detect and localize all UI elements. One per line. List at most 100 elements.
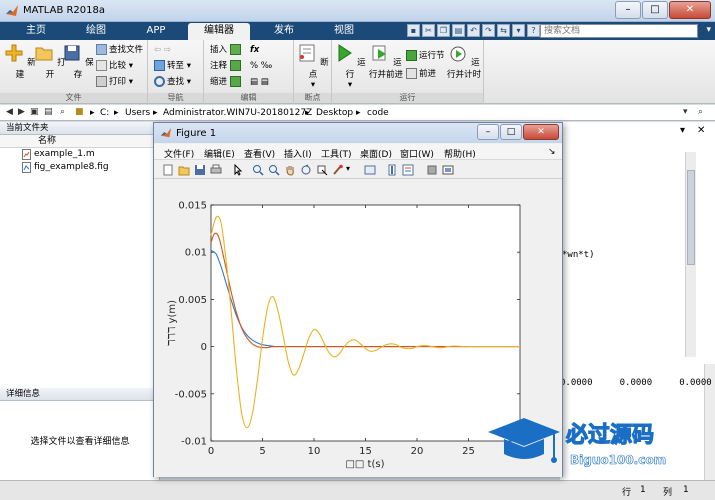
print-button[interactable]: 打印 ▾ [96,76,133,89]
rotate-3d-icon[interactable] [300,164,312,176]
panel-close-icon[interactable]: ✕ [697,125,705,136]
brush-dropdown-icon[interactable]: ▾ [346,164,350,173]
copy-icon[interactable]: ❐ [437,24,450,37]
menu-insert[interactable]: 插入(I) [284,147,312,160]
path-segment-code[interactable]: code [367,108,389,118]
search-input[interactable]: 搜索文档 [540,24,698,38]
redo-icon[interactable]: ↷ [482,24,495,37]
menu-tools[interactable]: 工具(T) [321,147,352,160]
details-header[interactable]: 详细信息 [0,388,160,401]
path-dropdown-icon[interactable]: ▾ [683,107,688,117]
search-folder-icon[interactable]: ⌕ [60,107,65,117]
breakpoints-button[interactable]: 断点 ▾ [297,43,329,90]
run-advance-button[interactable]: 运行并前进 [368,43,404,80]
close-button[interactable]: ✕ [669,1,711,19]
tab-plots[interactable]: 绘图 [70,23,122,40]
figure-titlebar[interactable]: Figure 1 – □ ✕ [154,123,562,143]
zoom-in-icon[interactable] [252,164,264,176]
run-section-button[interactable]: 运行节 [406,50,445,63]
data-cursor-icon[interactable] [316,164,328,176]
tab-view[interactable]: 视图 [318,23,370,40]
nav-back-forward-icons[interactable]: ⇦ ⇨ [154,44,171,57]
pointer-icon[interactable] [232,164,244,176]
compare-button[interactable]: 比较 ▾ [96,60,133,73]
minimize-button[interactable]: – [615,1,641,19]
indent-button[interactable]: 缩进 [210,76,243,89]
brush-icon[interactable] [332,164,344,176]
tab-apps[interactable]: APP [130,23,182,40]
comment-button[interactable]: 注释 [210,60,243,73]
menu-edit[interactable]: 编辑(E) [204,147,235,160]
up-folder-icon[interactable]: ▣ [30,107,39,117]
panel-options-icon[interactable]: ▾ [680,125,685,136]
figure-toolbar: ▾ [154,161,562,179]
save-button[interactable]: 保存 [62,43,94,80]
cut-icon[interactable]: ✂ [422,24,435,37]
menu-window[interactable]: 窗口(W) [400,147,434,160]
advance-button[interactable]: 前进 [406,68,436,81]
find-button[interactable]: 查找 ▾ [154,76,191,89]
menu-file[interactable]: 文件(F) [164,147,194,160]
row-label: 行 [622,488,632,498]
figure-minimize-button[interactable]: – [477,124,499,140]
colorbar-icon[interactable] [386,164,398,176]
open-file-icon[interactable] [178,164,190,176]
tab-editor[interactable]: 编辑器 [188,23,250,40]
editor-scrollbar[interactable] [685,152,696,357]
save-figure-icon[interactable] [194,164,206,176]
link-plot-icon[interactable] [364,164,376,176]
path-segment-user[interactable]: Administrator.WIN7U-20180127Z [163,108,312,118]
figure-close-button[interactable]: ✕ [523,124,559,140]
name-column-header[interactable]: 名称 [0,135,159,148]
col-label: 列 [663,488,673,498]
path-segment-users[interactable]: Users [125,108,150,118]
percent-comment-icon[interactable]: % ‰ [250,60,272,73]
file-list-item[interactable]: fig_example8.fig [0,161,159,174]
paste-icon[interactable]: ▤ [452,24,465,37]
new-button[interactable]: 新建 [4,43,36,80]
y-tick-label: 0 [201,342,207,353]
pan-hand-icon[interactable] [284,164,296,176]
path-segment-drive[interactable]: C: [100,108,109,118]
run-section-icon [406,50,417,61]
run-time-button[interactable]: 运行并计时 [446,43,482,80]
ribbon-section-edit: 插入 注释 缩进 fx % ‰ ▤ ▤ 编辑 [204,40,294,104]
help-icon[interactable]: ? [527,24,540,37]
customize-icon[interactable]: ▾ [512,24,525,37]
path-segment-desktop[interactable]: Desktop [316,108,353,118]
print-figure-icon[interactable] [210,164,222,176]
forward-arrow-icon[interactable]: ▶ [18,107,25,117]
run-button[interactable]: 运行 ▾ [334,43,366,90]
switch-window-icon[interactable]: ⇆ [497,24,510,37]
insert-button[interactable]: 插入 [210,44,243,57]
back-arrow-icon[interactable]: ◀ [6,107,13,117]
save-icon[interactable]: ▪ [407,24,420,37]
collapse-ribbon-icon[interactable]: ▾ [706,25,711,35]
smart-indent-icon[interactable]: ▤ ▤ [250,76,269,89]
indent-icon [229,76,241,87]
find-files-button[interactable]: 查找文件 [96,44,143,57]
show-tools-icon[interactable] [442,164,454,176]
fx-button[interactable]: fx [250,44,259,57]
tab-publish[interactable]: 发布 [258,23,310,40]
maximize-button[interactable]: □ [642,1,668,19]
path-search-icon[interactable]: ⌕ [698,107,703,117]
new-figure-icon[interactable] [162,164,174,176]
menu-dock-icon[interactable]: ↘ [548,147,556,157]
figure-maximize-button[interactable]: □ [500,124,522,140]
undo-icon[interactable]: ↶ [467,24,480,37]
zoom-out-icon[interactable] [268,164,280,176]
y-axis-label: ℸℸℸ y(m) [167,300,178,346]
menu-help[interactable]: 帮助(H) [444,147,476,160]
axes-box [210,204,521,442]
quick-access-toolbar: ▪ ✂ ❐ ▤ ↶ ↷ ⇆ ▾ ? ▾ [407,24,555,37]
tab-home[interactable]: 主页 [10,23,62,40]
legend-icon[interactable] [402,164,414,176]
editor-scrollbar-thumb[interactable] [687,170,695,265]
menu-view[interactable]: 查看(V) [244,147,275,160]
goto-button[interactable]: 转至 ▾ [154,60,191,73]
browse-folder-icon[interactable]: ▤ [44,107,53,117]
hide-tools-icon[interactable] [426,164,438,176]
file-list-item[interactable]: example_1.m [0,148,159,161]
menu-desktop[interactable]: 桌面(D) [360,147,392,160]
